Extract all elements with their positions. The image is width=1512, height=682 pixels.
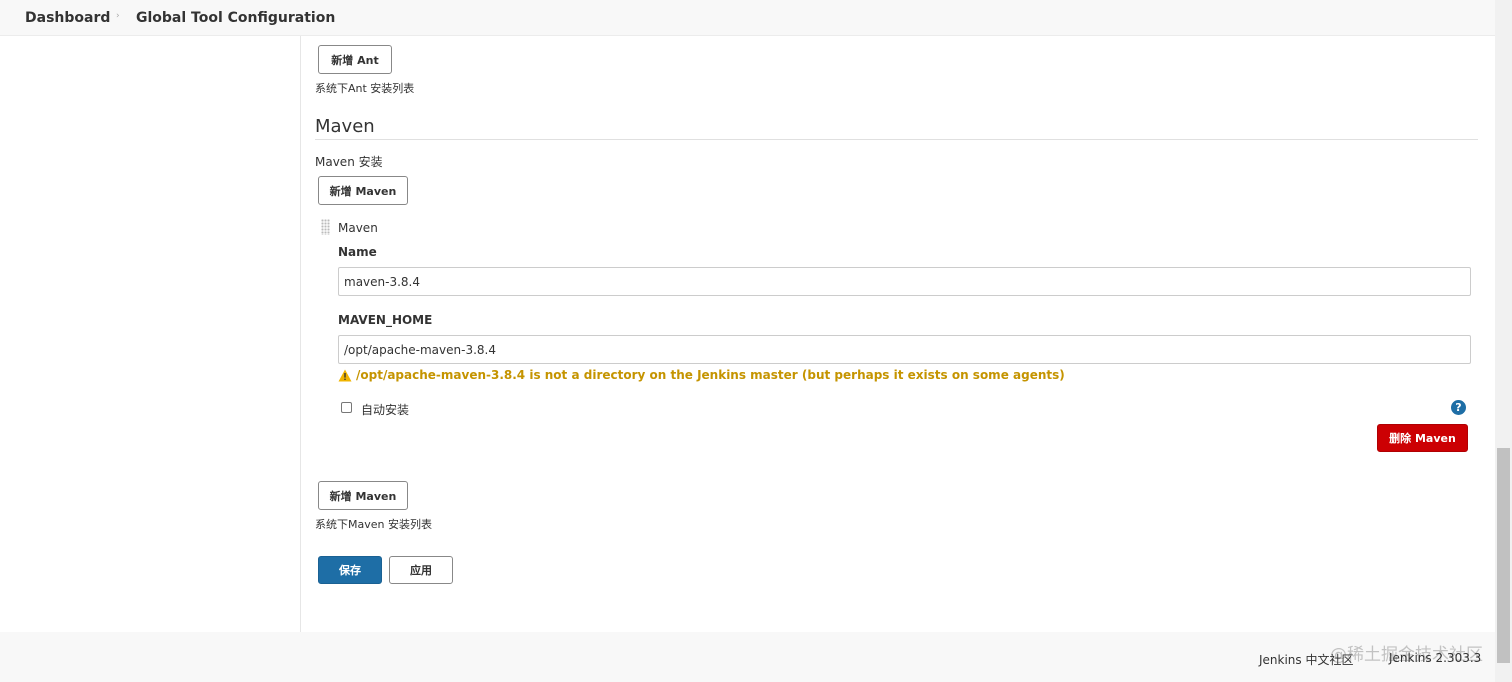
add-maven-button-bottom[interactable]: 新增 Maven [318, 481, 408, 510]
breadcrumb-dashboard-link[interactable]: Dashboard [25, 10, 110, 26]
maven-section-title: Maven [315, 116, 375, 137]
warning-text: /opt/apache-maven-3.8.4 is not a directo… [356, 368, 1065, 382]
name-input[interactable]: maven-3.8.4 [338, 267, 1471, 296]
add-maven-button-top[interactable]: 新增 Maven [318, 176, 408, 205]
maven-home-warning: /opt/apache-maven-3.8.4 is not a directo… [338, 368, 1065, 382]
breadcrumb-bar: Dashboard › Global Tool Configuration [0, 0, 1495, 36]
maven-installations-label: Maven 安装 [315, 155, 383, 169]
auto-install-checkbox[interactable] [341, 402, 352, 413]
apply-button[interactable]: 应用 [389, 556, 453, 584]
scrollbar-thumb[interactable] [1497, 448, 1510, 663]
maven-home-label: MAVEN_HOME [338, 313, 433, 327]
breadcrumb-current-page[interactable]: Global Tool Configuration [136, 10, 335, 26]
auto-install-label[interactable]: 自动安装 [361, 401, 409, 418]
breadcrumb-separator-icon: › [116, 11, 120, 21]
ant-list-caption: 系统下Ant 安装列表 [315, 82, 415, 95]
side-panel-divider [300, 36, 301, 632]
drag-handle-icon[interactable] [321, 219, 330, 235]
maven-list-caption: 系统下Maven 安装列表 [315, 518, 432, 531]
save-button[interactable]: 保存 [318, 556, 382, 584]
maven-installation-header: Maven [338, 221, 378, 235]
warning-icon [338, 369, 352, 381]
name-label: Name [338, 245, 377, 259]
section-divider [315, 139, 1478, 140]
version-link[interactable]: Jenkins 2.303.3 [1389, 651, 1481, 665]
add-ant-button[interactable]: 新增 Ant [318, 45, 392, 74]
community-link[interactable]: Jenkins 中文社区 [1259, 651, 1353, 668]
footer: @稀土掘金技术社区 Jenkins 中文社区 Jenkins 2.303.3 [0, 632, 1495, 682]
help-icon[interactable]: ? [1451, 400, 1466, 415]
maven-home-input[interactable]: /opt/apache-maven-3.8.4 [338, 335, 1471, 364]
delete-maven-button[interactable]: 删除 Maven [1377, 424, 1468, 452]
